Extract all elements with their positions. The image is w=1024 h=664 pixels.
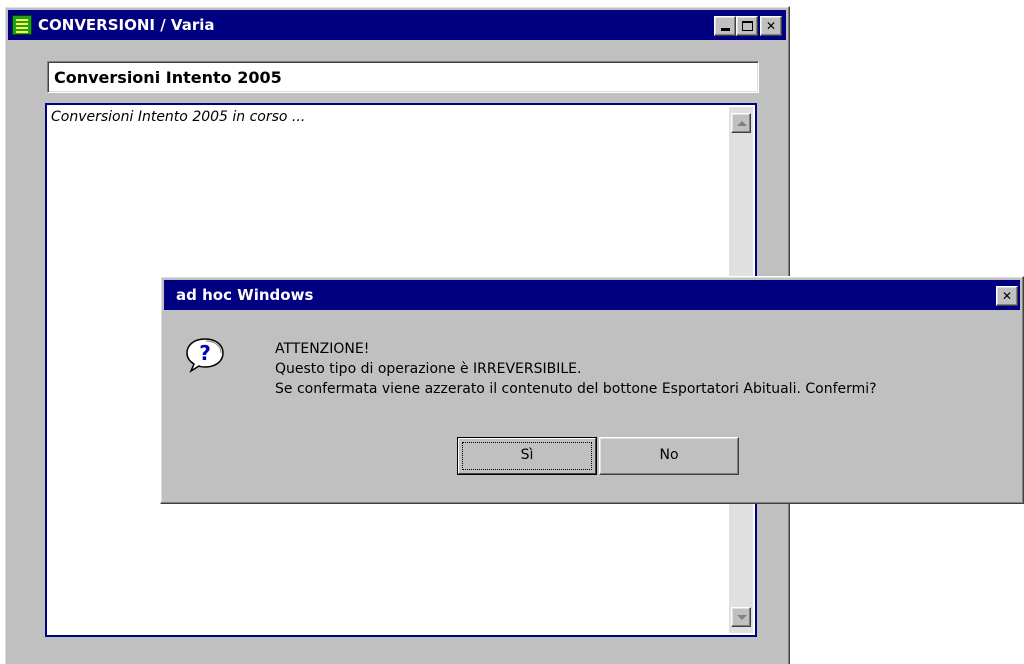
svg-text:?: ? (199, 341, 211, 365)
yes-button-label: Sì (520, 447, 534, 463)
no-button[interactable]: No (599, 437, 739, 475)
arrow-down-icon (737, 615, 747, 620)
main-window-title: CONVERSIONI / Varia (38, 16, 215, 34)
message-line-attention: ATTENZIONE! (275, 341, 370, 357)
yes-button[interactable]: Sì (457, 437, 597, 475)
log-text: Conversioni Intento 2005 in corso ... (51, 109, 306, 125)
close-icon: ✕ (1001, 289, 1013, 303)
dialog-title: ad hoc Windows (176, 286, 314, 304)
maximize-icon (741, 21, 753, 31)
question-icon: ? (186, 338, 224, 373)
minimize-icon (720, 28, 730, 31)
dialog-titlebar[interactable]: ad hoc Windows ✕ (164, 280, 1020, 310)
close-icon: ✕ (765, 19, 777, 33)
confirm-dialog: ad hoc Windows ✕ ? ATTENZIONE! Questo ti… (160, 276, 1024, 504)
close-button[interactable]: ✕ (760, 16, 782, 36)
app-icon (12, 15, 32, 35)
operation-title-field: Conversioni Intento 2005 (47, 61, 759, 93)
minimize-button[interactable] (714, 16, 736, 36)
scroll-down-button[interactable] (731, 607, 751, 627)
dialog-close-button[interactable]: ✕ (996, 286, 1018, 306)
maximize-button[interactable] (736, 16, 758, 36)
no-button-label: No (659, 447, 679, 463)
arrow-up-icon (737, 121, 747, 126)
scroll-up-button[interactable] (731, 113, 751, 133)
main-titlebar[interactable]: CONVERSIONI / Varia ✕ (8, 10, 786, 40)
message-line-irreversible: Questo tipo di operazione è IRREVERSIBIL… (275, 361, 582, 377)
message-line-confirm: Se confermata viene azzerato il contenut… (275, 381, 877, 397)
